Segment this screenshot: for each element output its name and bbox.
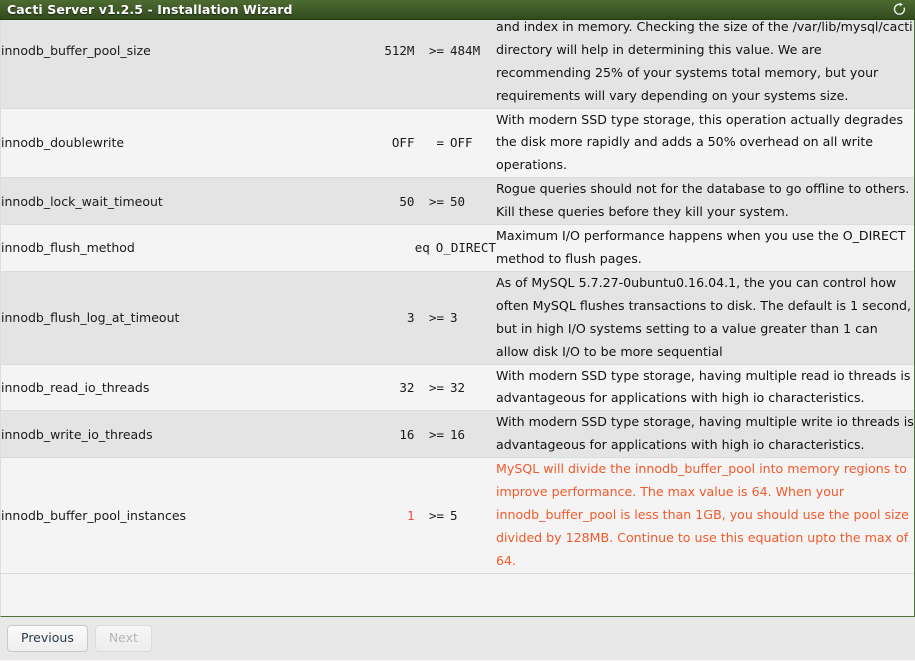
current-value: 16 <box>399 426 415 442</box>
table-row: innodb_lock_wait_timeout 50 >= 50 Rogue que… <box>1 177 914 226</box>
comparison-operator: eq <box>414 240 430 256</box>
table-row: innodb_write_io_threads 16 >= 16 With moder… <box>1 410 914 459</box>
setting-value: 50 >= 50 <box>301 177 496 226</box>
current-value: 1 <box>406 507 415 523</box>
next-button: Next <box>94 625 152 652</box>
current-value: 50 <box>399 193 415 209</box>
setting-description: With modern SSD type storage, this opera… <box>496 108 914 179</box>
setting-description: With modern SSD type storage, having mul… <box>496 410 914 459</box>
table-row: innodb_buffer_pool_instances 1 >= 5 MySQL w… <box>1 457 914 574</box>
refresh-icon[interactable] <box>892 2 907 17</box>
table-body: innodb_buffer_pool_size 512M >= 484M innodb… <box>1 20 914 574</box>
setting-value: 512M >= 484M <box>301 20 496 109</box>
table-row: innodb_buffer_pool_size 512M >= 484M innodb… <box>1 20 914 109</box>
expected-value: 16 <box>450 426 466 442</box>
setting-description: Rogue queries should not for the databas… <box>496 177 914 226</box>
comparison-operator: >= <box>428 426 444 442</box>
expected-value: 32 <box>450 379 466 395</box>
comparison-operator: >= <box>428 42 444 58</box>
setting-name: innodb_flush_log_at_timeout <box>1 271 301 365</box>
setting-description: With modern SSD type storage, having mul… <box>496 364 914 412</box>
setting-description: As of MySQL 5.7.27-0ubuntu0.16.04.1, the… <box>496 271 914 365</box>
setting-name: innodb_buffer_pool_instances <box>1 457 301 574</box>
expected-value: O_DIRECT <box>435 240 496 256</box>
table-row: innodb_read_io_threads 32 >= 32 With modern… <box>1 364 914 412</box>
setting-value: OFF = OFF <box>301 108 496 179</box>
setting-description: Maximum I/O performance happens when you… <box>496 224 914 272</box>
comparison-operator: >= <box>428 507 444 523</box>
expected-value: 484M <box>450 42 481 58</box>
compatibility-check-scroll-area[interactable]: innodb_buffer_pool_size 512M >= 484M innodb… <box>0 20 915 617</box>
current-value: 512M <box>384 42 415 58</box>
setting-name: innodb_lock_wait_timeout <box>1 177 301 226</box>
setting-value: 3 >= 3 <box>301 271 496 365</box>
expected-value: 5 <box>450 507 458 523</box>
setting-value: eq O_DIRECT <box>301 224 496 272</box>
table-row: innodb_flush_log_at_timeout 3 >= 3 As of My… <box>1 271 914 365</box>
window-title-bar: Cacti Server v1.2.5 - Installation Wizar… <box>0 0 915 20</box>
setting-description: innodb_buffer_pool large enough to hold … <box>496 20 914 109</box>
table-row: innodb_flush_method eq O_DIRECT Maximum I/… <box>1 224 914 272</box>
previous-button[interactable]: Previous <box>7 625 88 652</box>
setting-value: 16 >= 16 <box>301 410 496 459</box>
comparison-operator: >= <box>428 379 444 395</box>
expected-value: 3 <box>450 310 458 326</box>
current-value: 32 <box>399 379 415 395</box>
setting-value: 1 >= 5 <box>301 457 496 574</box>
comparison-operator: >= <box>428 193 444 209</box>
installation-wizard-window: Cacti Server v1.2.5 - Installation Wizar… <box>0 0 915 661</box>
expected-value: 50 <box>450 193 466 209</box>
current-value: OFF <box>391 135 415 151</box>
setting-name: innodb_write_io_threads <box>1 410 301 459</box>
comparison-operator: = <box>436 135 444 151</box>
setting-name: innodb_doublewrite <box>1 108 301 179</box>
expected-value: OFF <box>450 135 473 151</box>
wizard-footer: Previous Next <box>0 617 915 660</box>
database-recommendation-table: innodb_buffer_pool_size 512M >= 484M innodb… <box>1 20 914 574</box>
setting-name: innodb_read_io_threads <box>1 364 301 412</box>
page-title: Cacti Server v1.2.5 - Installation Wizar… <box>7 2 293 17</box>
table-row: innodb_doublewrite OFF = OFF With modern SS… <box>1 108 914 179</box>
setting-name: innodb_flush_method <box>1 224 301 272</box>
setting-value: 32 >= 32 <box>301 364 496 412</box>
setting-name: innodb_buffer_pool_size <box>1 20 301 109</box>
comparison-operator: >= <box>428 310 444 326</box>
setting-description: MySQL will divide the innodb_buffer_pool… <box>496 457 914 574</box>
current-value: 3 <box>406 310 415 326</box>
